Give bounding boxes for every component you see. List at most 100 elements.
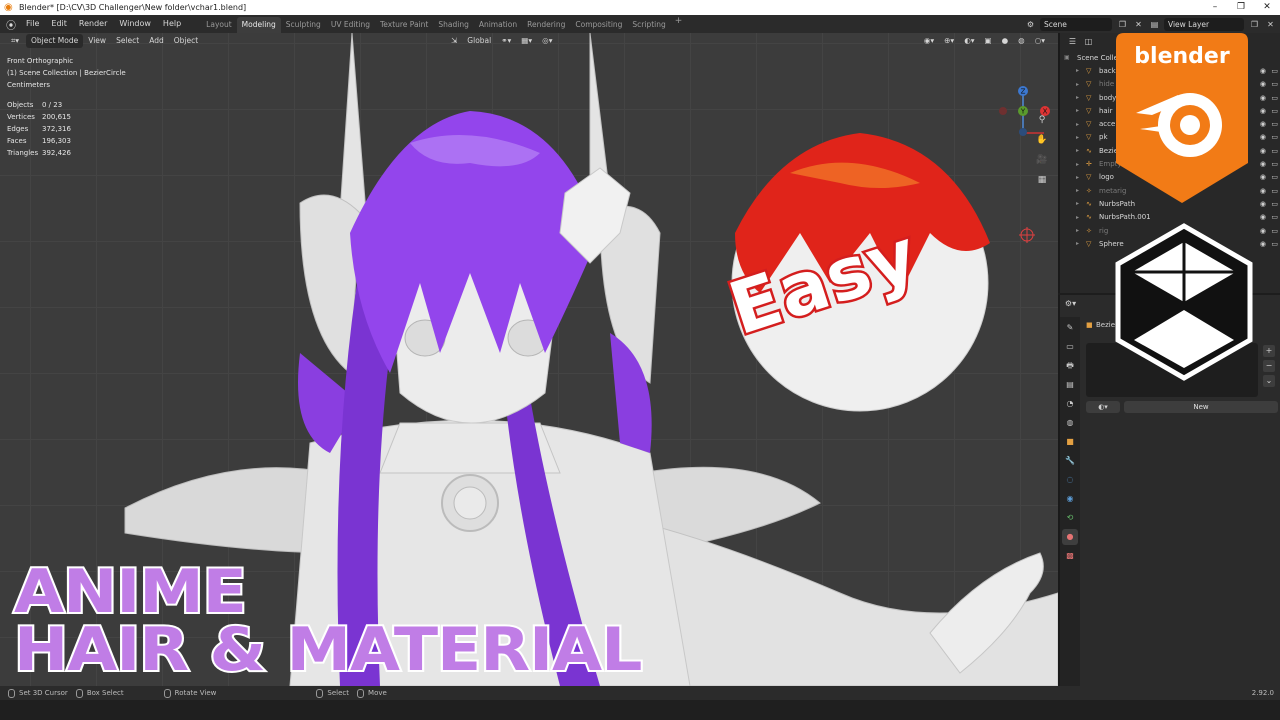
tab-layout[interactable]: Layout bbox=[201, 17, 237, 33]
menu-edit[interactable]: Edit bbox=[45, 15, 73, 33]
grid-icon[interactable]: ▦ bbox=[1035, 173, 1049, 187]
pan-hand-icon[interactable]: ✋ bbox=[1035, 133, 1049, 147]
new-view-layer-icon[interactable]: ❐ bbox=[1248, 18, 1261, 31]
xray-icon[interactable]: ▣ bbox=[980, 34, 997, 48]
pivot-icon[interactable]: ⚭▾ bbox=[496, 34, 516, 48]
output-tab-icon[interactable]: 🖶 bbox=[1062, 358, 1078, 374]
camera-icon[interactable]: 🎥 bbox=[1035, 153, 1049, 167]
tab-compositing[interactable]: Compositing bbox=[570, 17, 627, 33]
new-scene-icon[interactable]: ❐ bbox=[1116, 18, 1129, 31]
visibility-eye-icon[interactable]: ◉ bbox=[1260, 160, 1266, 168]
visibility-eye-icon[interactable]: ◉ bbox=[1260, 94, 1266, 102]
proportional-edit-icon[interactable]: ◎▾ bbox=[537, 34, 557, 48]
visibility-eye-icon[interactable]: ◉ bbox=[1260, 200, 1266, 208]
visibility-eye-icon[interactable]: ◉ bbox=[1260, 107, 1266, 115]
add-slot-button[interactable]: + bbox=[1263, 345, 1275, 357]
menu-add[interactable]: Add bbox=[144, 34, 169, 48]
tab-sculpting[interactable]: Sculpting bbox=[281, 17, 326, 33]
view-layer-icon[interactable]: ▤ bbox=[1148, 18, 1161, 31]
snap-icon[interactable]: ▦▾ bbox=[516, 34, 537, 48]
expand-arrow-icon[interactable]: ▸ bbox=[1076, 227, 1086, 234]
physics-tab-icon[interactable]: ◉ bbox=[1062, 491, 1078, 507]
expand-arrow-icon[interactable]: ▸ bbox=[1076, 161, 1086, 168]
render-camera-icon[interactable]: ▭ bbox=[1271, 213, 1278, 221]
texture-tab-icon[interactable]: ▩ bbox=[1062, 548, 1078, 564]
visibility-eye-icon[interactable]: ◉ bbox=[1260, 80, 1266, 88]
render-camera-icon[interactable]: ▭ bbox=[1271, 200, 1278, 208]
render-tab-icon[interactable]: ▭ bbox=[1062, 339, 1078, 355]
visibility-eye-icon[interactable]: ◉ bbox=[1260, 120, 1266, 128]
menu-select[interactable]: Select bbox=[111, 34, 144, 48]
expand-arrow-icon[interactable]: ▸ bbox=[1076, 240, 1086, 247]
material-tab-icon[interactable]: ● bbox=[1062, 529, 1078, 545]
menu-file[interactable]: File bbox=[20, 15, 45, 33]
overlay-toggle-icon[interactable]: ◐▾ bbox=[959, 34, 979, 48]
render-camera-icon[interactable]: ▭ bbox=[1271, 133, 1278, 141]
render-camera-icon[interactable]: ▭ bbox=[1271, 67, 1278, 75]
delete-view-layer-icon[interactable]: ✕ bbox=[1264, 18, 1277, 31]
render-camera-icon[interactable]: ▭ bbox=[1271, 120, 1278, 128]
close-button[interactable]: ✕ bbox=[1254, 0, 1280, 15]
render-camera-icon[interactable]: ▭ bbox=[1271, 107, 1278, 115]
expand-arrow-icon[interactable]: ▸ bbox=[1076, 200, 1086, 207]
render-camera-icon[interactable]: ▭ bbox=[1271, 240, 1278, 248]
visibility-eye-icon[interactable]: ◉ bbox=[1260, 67, 1266, 75]
modifier-tab-icon[interactable]: 🔧 bbox=[1062, 453, 1078, 469]
render-camera-icon[interactable]: ▭ bbox=[1271, 147, 1278, 155]
object-tab-icon[interactable]: ■ bbox=[1062, 434, 1078, 450]
blender-menu-icon[interactable]: ⦿ bbox=[6, 17, 20, 32]
expand-arrow-icon[interactable]: ▸ bbox=[1076, 67, 1086, 74]
gizmo-neg-x[interactable] bbox=[999, 107, 1007, 115]
world-tab-icon[interactable]: ◍ bbox=[1062, 415, 1078, 431]
render-camera-icon[interactable]: ▭ bbox=[1271, 227, 1278, 235]
gizmo-neg-z[interactable] bbox=[1019, 128, 1027, 136]
tab-scripting[interactable]: Scripting bbox=[627, 17, 670, 33]
tab-shading[interactable]: Shading bbox=[433, 17, 473, 33]
add-workspace-button[interactable]: + bbox=[671, 16, 687, 33]
properties-editor-icon[interactable]: ⚙▾ bbox=[1064, 297, 1077, 310]
expand-arrow-icon[interactable]: ▸ bbox=[1076, 134, 1086, 141]
particles-tab-icon[interactable]: ◌ bbox=[1062, 472, 1078, 488]
visibility-icon[interactable]: ◉▾ bbox=[919, 34, 939, 48]
object-mode-dropdown[interactable]: Object Mode bbox=[26, 34, 84, 48]
render-camera-icon[interactable]: ▭ bbox=[1271, 94, 1278, 102]
view-layer-field[interactable]: View Layer bbox=[1164, 17, 1244, 31]
tab-modeling[interactable]: Modeling bbox=[236, 16, 281, 33]
menu-help[interactable]: Help bbox=[157, 15, 187, 33]
display-mode-icon[interactable]: ◫ bbox=[1082, 35, 1095, 48]
render-camera-icon[interactable]: ▭ bbox=[1271, 80, 1278, 88]
orientation-dropdown[interactable]: Global bbox=[462, 34, 496, 48]
gizmo-toggle-icon[interactable]: ⊕▾ bbox=[939, 34, 959, 48]
editor-type-icon[interactable]: ⌗▾ bbox=[6, 34, 24, 48]
new-material-button[interactable]: New bbox=[1124, 401, 1278, 413]
expand-arrow-icon[interactable]: ▸ bbox=[1076, 174, 1086, 181]
3d-viewport[interactable]: Easy ⌗▾ Object Mode View Select Add Obje… bbox=[0, 33, 1058, 686]
tab-rendering[interactable]: Rendering bbox=[522, 17, 570, 33]
slot-menu-button[interactable]: ⌄ bbox=[1263, 375, 1275, 387]
delete-scene-icon[interactable]: ✕ bbox=[1132, 18, 1145, 31]
scene-tab-icon[interactable]: ◔ bbox=[1062, 396, 1078, 412]
shading-solid-icon[interactable]: ● bbox=[997, 34, 1014, 48]
remove-slot-button[interactable]: − bbox=[1263, 360, 1275, 372]
tab-uv-editing[interactable]: UV Editing bbox=[326, 17, 375, 33]
tab-texture-paint[interactable]: Texture Paint bbox=[375, 17, 433, 33]
shading-rendered-icon[interactable]: ○▾ bbox=[1030, 34, 1050, 48]
expand-arrow-icon[interactable]: ▸ bbox=[1076, 121, 1086, 128]
expand-arrow-icon[interactable]: ▸ bbox=[1076, 107, 1086, 114]
shading-material-icon[interactable]: ◍ bbox=[1013, 34, 1030, 48]
outliner-editor-icon[interactable]: ☰ bbox=[1066, 35, 1079, 48]
render-camera-icon[interactable]: ▭ bbox=[1271, 187, 1278, 195]
expand-arrow-icon[interactable]: ▸ bbox=[1076, 147, 1086, 154]
zoom-icon[interactable]: ⚲ bbox=[1035, 113, 1049, 127]
menu-window[interactable]: Window bbox=[113, 15, 157, 33]
browse-material-button[interactable]: ◐▾ bbox=[1086, 401, 1120, 413]
tab-animation[interactable]: Animation bbox=[474, 17, 522, 33]
minimize-button[interactable]: – bbox=[1202, 0, 1228, 15]
expand-arrow-icon[interactable]: ▸ bbox=[1076, 214, 1086, 221]
visibility-eye-icon[interactable]: ◉ bbox=[1260, 187, 1266, 195]
visibility-eye-icon[interactable]: ◉ bbox=[1260, 213, 1266, 221]
menu-object[interactable]: Object bbox=[169, 34, 203, 48]
visibility-eye-icon[interactable]: ◉ bbox=[1260, 240, 1266, 248]
expand-arrow-icon[interactable]: ▸ bbox=[1076, 187, 1086, 194]
expand-arrow-icon[interactable]: ▸ bbox=[1076, 81, 1086, 88]
